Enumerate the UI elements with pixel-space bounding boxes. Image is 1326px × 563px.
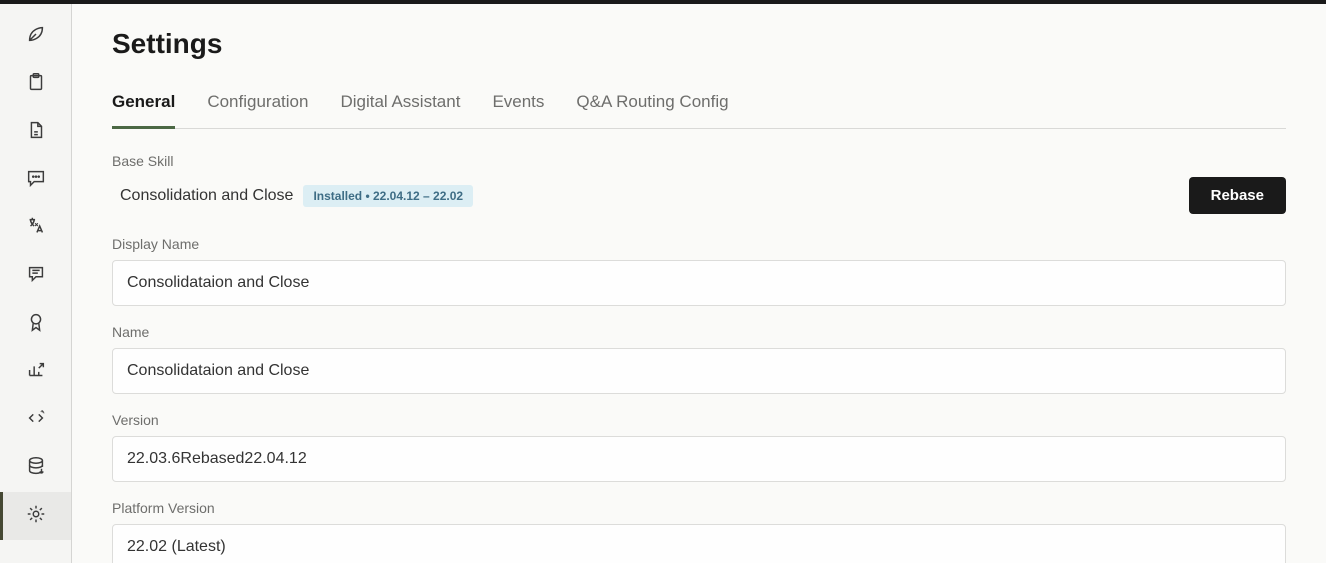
base-skill-badge: Installed • 22.04.12 – 22.02 bbox=[303, 185, 473, 207]
base-skill-row: Consolidation and Close Installed • 22.0… bbox=[112, 177, 1286, 214]
main-content: Settings General Configuration Digital A… bbox=[72, 4, 1326, 563]
page-title: Settings bbox=[112, 28, 1286, 60]
name-label: Name bbox=[112, 324, 1286, 340]
platform-version-label: Platform Version bbox=[112, 500, 1286, 516]
sidebar-item-database[interactable] bbox=[0, 444, 71, 492]
sidebar-item-translate[interactable] bbox=[0, 204, 71, 252]
base-skill-name: Consolidation and Close bbox=[112, 187, 293, 205]
version-input[interactable] bbox=[112, 436, 1286, 482]
settings-icon bbox=[25, 503, 47, 530]
tab-qa-routing[interactable]: Q&A Routing Config bbox=[576, 84, 728, 128]
file-icon bbox=[25, 119, 47, 146]
rebase-button[interactable]: Rebase bbox=[1189, 177, 1286, 214]
sidebar-item-clipboard[interactable] bbox=[0, 60, 71, 108]
display-name-input[interactable] bbox=[112, 260, 1286, 306]
database-icon bbox=[25, 455, 47, 482]
display-name-label: Display Name bbox=[112, 236, 1286, 252]
platform-version-input[interactable] bbox=[112, 524, 1286, 563]
display-name-group: Display Name bbox=[112, 236, 1286, 306]
base-skill-info: Consolidation and Close Installed • 22.0… bbox=[112, 185, 473, 207]
tab-general[interactable]: General bbox=[112, 84, 175, 129]
sidebar-item-settings[interactable] bbox=[0, 492, 71, 540]
sidebar-item-dialog[interactable] bbox=[0, 252, 71, 300]
clipboard-icon bbox=[25, 71, 47, 98]
chat-icon bbox=[25, 167, 47, 194]
code-icon bbox=[25, 407, 47, 434]
tab-configuration[interactable]: Configuration bbox=[207, 84, 308, 128]
sidebar-item-ribbon[interactable] bbox=[0, 300, 71, 348]
sidebar bbox=[0, 4, 72, 563]
sidebar-item-code[interactable] bbox=[0, 396, 71, 444]
dialog-icon bbox=[25, 263, 47, 290]
tab-events[interactable]: Events bbox=[492, 84, 544, 128]
tabs: General Configuration Digital Assistant … bbox=[112, 84, 1286, 129]
platform-version-group: Platform Version bbox=[112, 500, 1286, 563]
sidebar-item-file[interactable] bbox=[0, 108, 71, 156]
name-input[interactable] bbox=[112, 348, 1286, 394]
version-label: Version bbox=[112, 412, 1286, 428]
sidebar-item-leaf[interactable] bbox=[0, 12, 71, 60]
name-group: Name bbox=[112, 324, 1286, 394]
sidebar-item-chat[interactable] bbox=[0, 156, 71, 204]
chart-icon bbox=[25, 359, 47, 386]
base-skill-label: Base Skill bbox=[112, 153, 1286, 169]
translate-icon bbox=[25, 215, 47, 242]
tab-digital-assistant[interactable]: Digital Assistant bbox=[340, 84, 460, 128]
leaf-icon bbox=[25, 23, 47, 50]
ribbon-icon bbox=[25, 311, 47, 338]
version-group: Version bbox=[112, 412, 1286, 482]
sidebar-item-chart[interactable] bbox=[0, 348, 71, 396]
